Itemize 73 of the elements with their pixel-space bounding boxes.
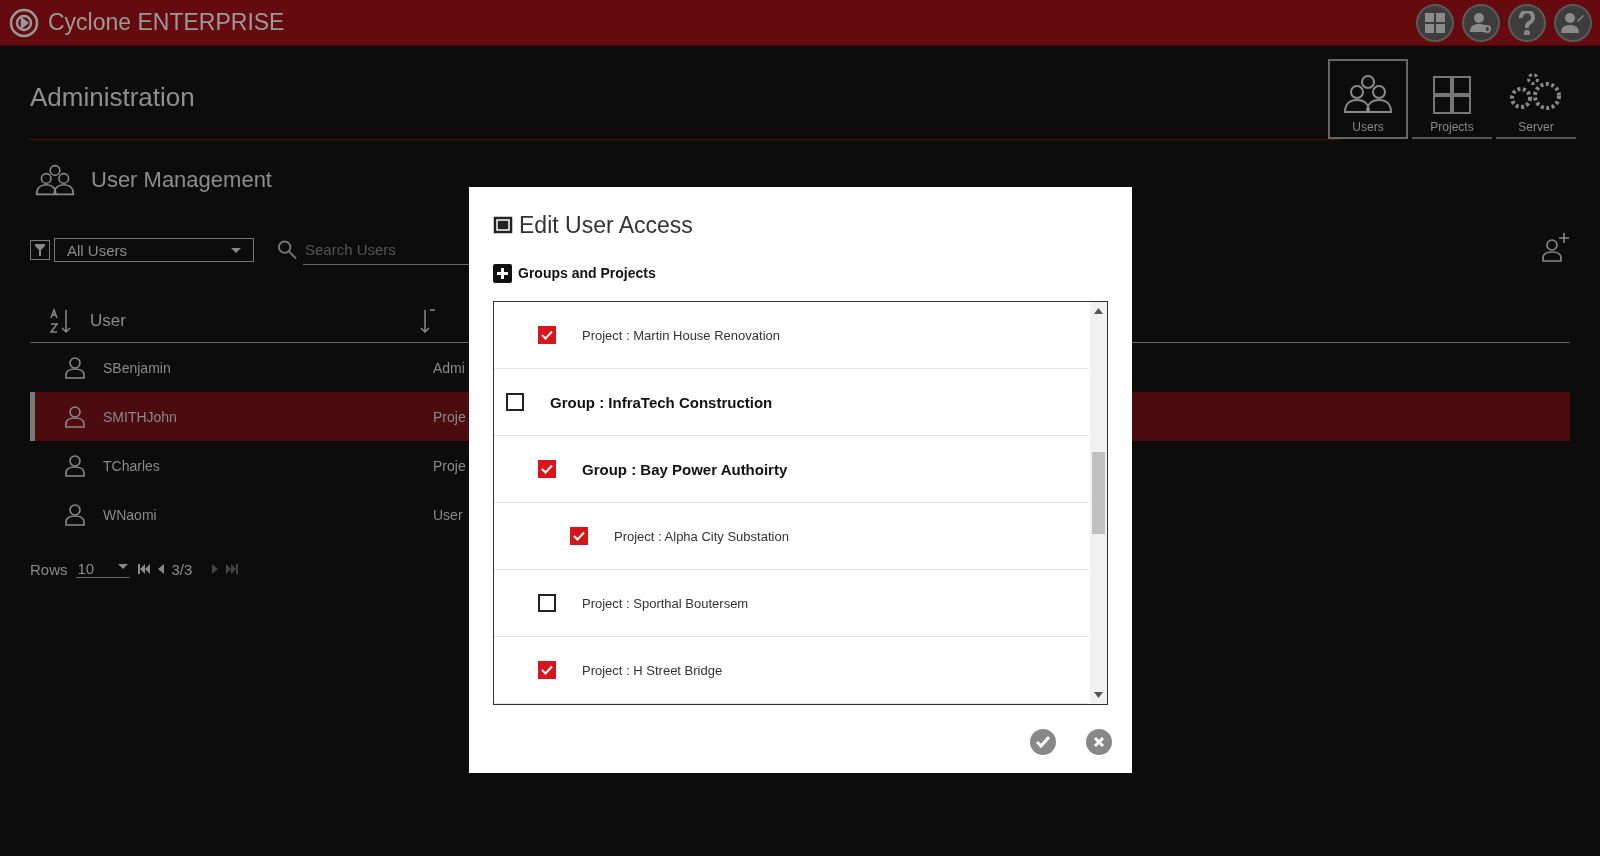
checkbox[interactable] <box>570 527 588 545</box>
user-settings-button[interactable] <box>1462 3 1500 42</box>
rows-label: Rows <box>30 560 68 578</box>
table-cell-text: TCharles <box>103 457 161 474</box>
grid-icon <box>1425 12 1445 33</box>
users-icon <box>1343 74 1393 114</box>
project-label: Project : Martin House Renovation <box>582 327 780 343</box>
table-cell: Proje <box>433 408 466 425</box>
cancel-button[interactable] <box>1086 729 1112 755</box>
app-title: Cyclone ENTERPRISE <box>48 9 286 36</box>
column-header[interactable]: User <box>90 311 420 331</box>
table-cell-text: WNaomi <box>103 506 158 523</box>
checkbox[interactable] <box>538 460 556 478</box>
user-gear-icon <box>1470 11 1492 34</box>
scroll-up-icon[interactable] <box>1094 308 1103 314</box>
project-label: Project : Alpha City Substation <box>614 528 789 544</box>
user-row[interactable]: SMITHJohn Proje <box>30 392 469 441</box>
expand-icon[interactable] <box>493 263 512 283</box>
nav-tab[interactable]: Users <box>1328 59 1408 139</box>
scrollbar[interactable] <box>1090 302 1107 704</box>
filter-icon <box>35 244 45 256</box>
scrollbar-thumb[interactable] <box>1092 452 1105 534</box>
dialog-title: Edit User Access <box>519 211 693 239</box>
table-cell: Admi <box>433 359 465 376</box>
page-title: Administration <box>30 82 196 114</box>
search-icon <box>278 240 297 260</box>
checkbox[interactable] <box>538 326 556 344</box>
user-edit-button[interactable] <box>1554 3 1592 42</box>
user-icon <box>65 454 85 477</box>
dialog-icon <box>493 216 513 234</box>
user-icon <box>65 503 85 526</box>
first-page-icon[interactable] <box>137 564 150 574</box>
help-icon <box>1518 10 1536 35</box>
dashboard-button[interactable] <box>1416 3 1454 42</box>
sort-za-icon[interactable] <box>420 308 436 334</box>
user-row[interactable]: SBenjamin Admi <box>30 343 469 392</box>
caret-icon <box>231 247 241 253</box>
table-cell: User <box>433 506 463 523</box>
add-user-icon[interactable] <box>1542 232 1570 262</box>
user-icon <box>65 356 85 379</box>
user-edit-icon <box>1561 11 1585 34</box>
table-cell-text: SMITHJohn <box>103 408 178 425</box>
sort-az-icon[interactable] <box>49 308 73 334</box>
group-label: Group : Bay Power Authoirty <box>582 460 788 478</box>
project-label: Project : H Street Bridge <box>582 662 723 678</box>
nav-tab[interactable]: Server <box>1496 59 1576 139</box>
user-icon <box>65 405 85 428</box>
user-row[interactable]: WNaomi User <box>30 490 469 539</box>
section-title: User Management <box>91 167 272 193</box>
check-icon <box>1036 736 1050 748</box>
user-row[interactable]: TCharles Proje <box>30 441 469 490</box>
confirm-button[interactable] <box>1030 729 1056 755</box>
close-icon <box>1093 736 1105 748</box>
checkbox[interactable] <box>506 393 524 411</box>
previous-page-icon[interactable] <box>157 564 164 574</box>
table-cell: Proje <box>433 457 466 474</box>
user-filter-dropdown[interactable]: All Users <box>54 238 254 262</box>
rows-per-page-dropdown[interactable]: 10 <box>75 560 130 578</box>
help-button[interactable] <box>1508 3 1546 42</box>
nav-tab[interactable]: Projects <box>1412 59 1492 139</box>
logo-icon <box>8 6 40 39</box>
filter-button[interactable] <box>30 240 50 260</box>
section-heading: Groups and Projects <box>518 265 656 281</box>
checkbox[interactable] <box>538 594 556 612</box>
checkbox[interactable] <box>538 661 556 679</box>
users-icon <box>35 164 75 196</box>
project-label: Project : Sporthal Boutersem <box>582 595 749 611</box>
grid-icon <box>1433 76 1471 114</box>
search-field[interactable]: Search Users <box>303 235 478 265</box>
group-label: Group : InfraTech Construction <box>550 393 773 411</box>
scroll-down-icon[interactable] <box>1094 692 1103 698</box>
page-indicator: 3/3 <box>171 560 193 578</box>
table-cell-text: SBenjamin <box>103 359 172 376</box>
